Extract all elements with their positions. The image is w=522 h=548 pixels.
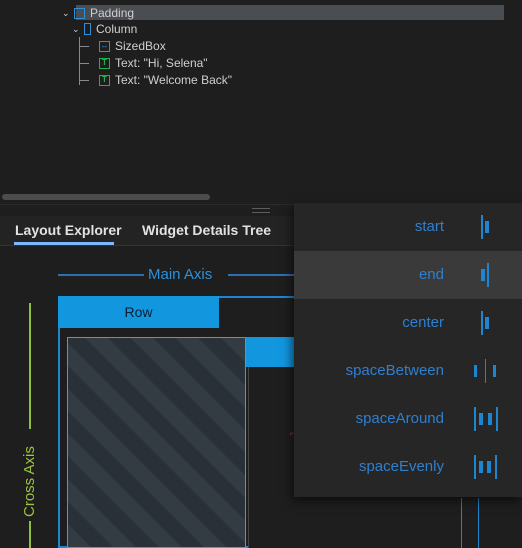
main-axis-center-icon (478, 309, 504, 337)
menu-item-center[interactable]: center (294, 299, 522, 347)
sizedbox-widget-icon: ↔ (99, 40, 110, 52)
tree-item-column[interactable]: ⌄ Column (72, 21, 137, 37)
tree-item-label: Padding (90, 6, 135, 20)
tree-selection-highlight (76, 5, 504, 20)
tree-connector (79, 37, 80, 85)
chevron-down-icon[interactable]: ⌄ (72, 24, 82, 35)
row-widget-label: Row (58, 296, 219, 328)
main-axis-space-evenly-icon (474, 453, 508, 481)
main-axis-space-between-icon (474, 357, 508, 385)
drag-handle-icon[interactable] (252, 208, 270, 213)
tree-item-label: SizedBox (115, 39, 166, 53)
text-widget-icon: T (99, 57, 110, 69)
menu-item-end[interactable]: end (294, 251, 522, 299)
menu-item-label: start (414, 218, 444, 235)
main-axis-start-icon (478, 213, 504, 241)
tree-connector (80, 80, 89, 81)
main-axis-label: Main Axis (148, 266, 213, 283)
cross-axis-line (29, 521, 31, 548)
tree-item-text-welcome[interactable]: T Text: "Welcome Back" (99, 72, 232, 88)
tree-connector (80, 46, 89, 47)
menu-item-label: center (402, 314, 444, 331)
tab-widget-details-tree[interactable]: Widget Details Tree (142, 216, 271, 246)
active-tab-indicator (14, 242, 114, 245)
cross-axis-line (29, 303, 31, 429)
row-child-empty-space[interactable] (67, 337, 246, 548)
menu-item-label: end (418, 266, 444, 283)
horizontal-scrollbar-thumb[interactable] (2, 194, 210, 200)
tree-item-text-hi[interactable]: T Text: "Hi, Selena" (99, 55, 208, 71)
tree-connector (80, 63, 89, 64)
padding-widget-icon (74, 7, 85, 19)
main-axis-space-around-icon (474, 405, 508, 433)
menu-item-space-evenly[interactable]: spaceEvenly (294, 443, 522, 491)
menu-item-space-between[interactable]: spaceBetween (294, 347, 522, 395)
tree-item-label: Column (96, 22, 138, 36)
menu-item-label: spaceBetween (345, 362, 444, 379)
main-axis-line (58, 274, 144, 276)
tree-item-sizedbox[interactable]: ↔ SizedBox (99, 38, 166, 54)
row-child-box[interactable] (461, 498, 479, 548)
main-axis-end-icon (478, 261, 504, 289)
menu-item-label: spaceAround (355, 410, 444, 427)
menu-item-start[interactable]: start (294, 203, 522, 251)
tree-item-label: Text: "Welcome Back" (115, 73, 232, 87)
text-widget-icon: T (99, 74, 110, 86)
column-widget-icon (84, 23, 91, 35)
tree-item-padding[interactable]: ⌄ Padding (62, 5, 134, 21)
tree-item-label: Text: "Hi, Selena" (115, 56, 208, 70)
menu-item-label: spaceEvenly (358, 458, 444, 475)
cross-axis-label: Cross Axis (21, 446, 38, 517)
menu-item-space-around[interactable]: spaceAround (294, 395, 522, 443)
chevron-down-icon[interactable]: ⌄ (62, 8, 72, 19)
